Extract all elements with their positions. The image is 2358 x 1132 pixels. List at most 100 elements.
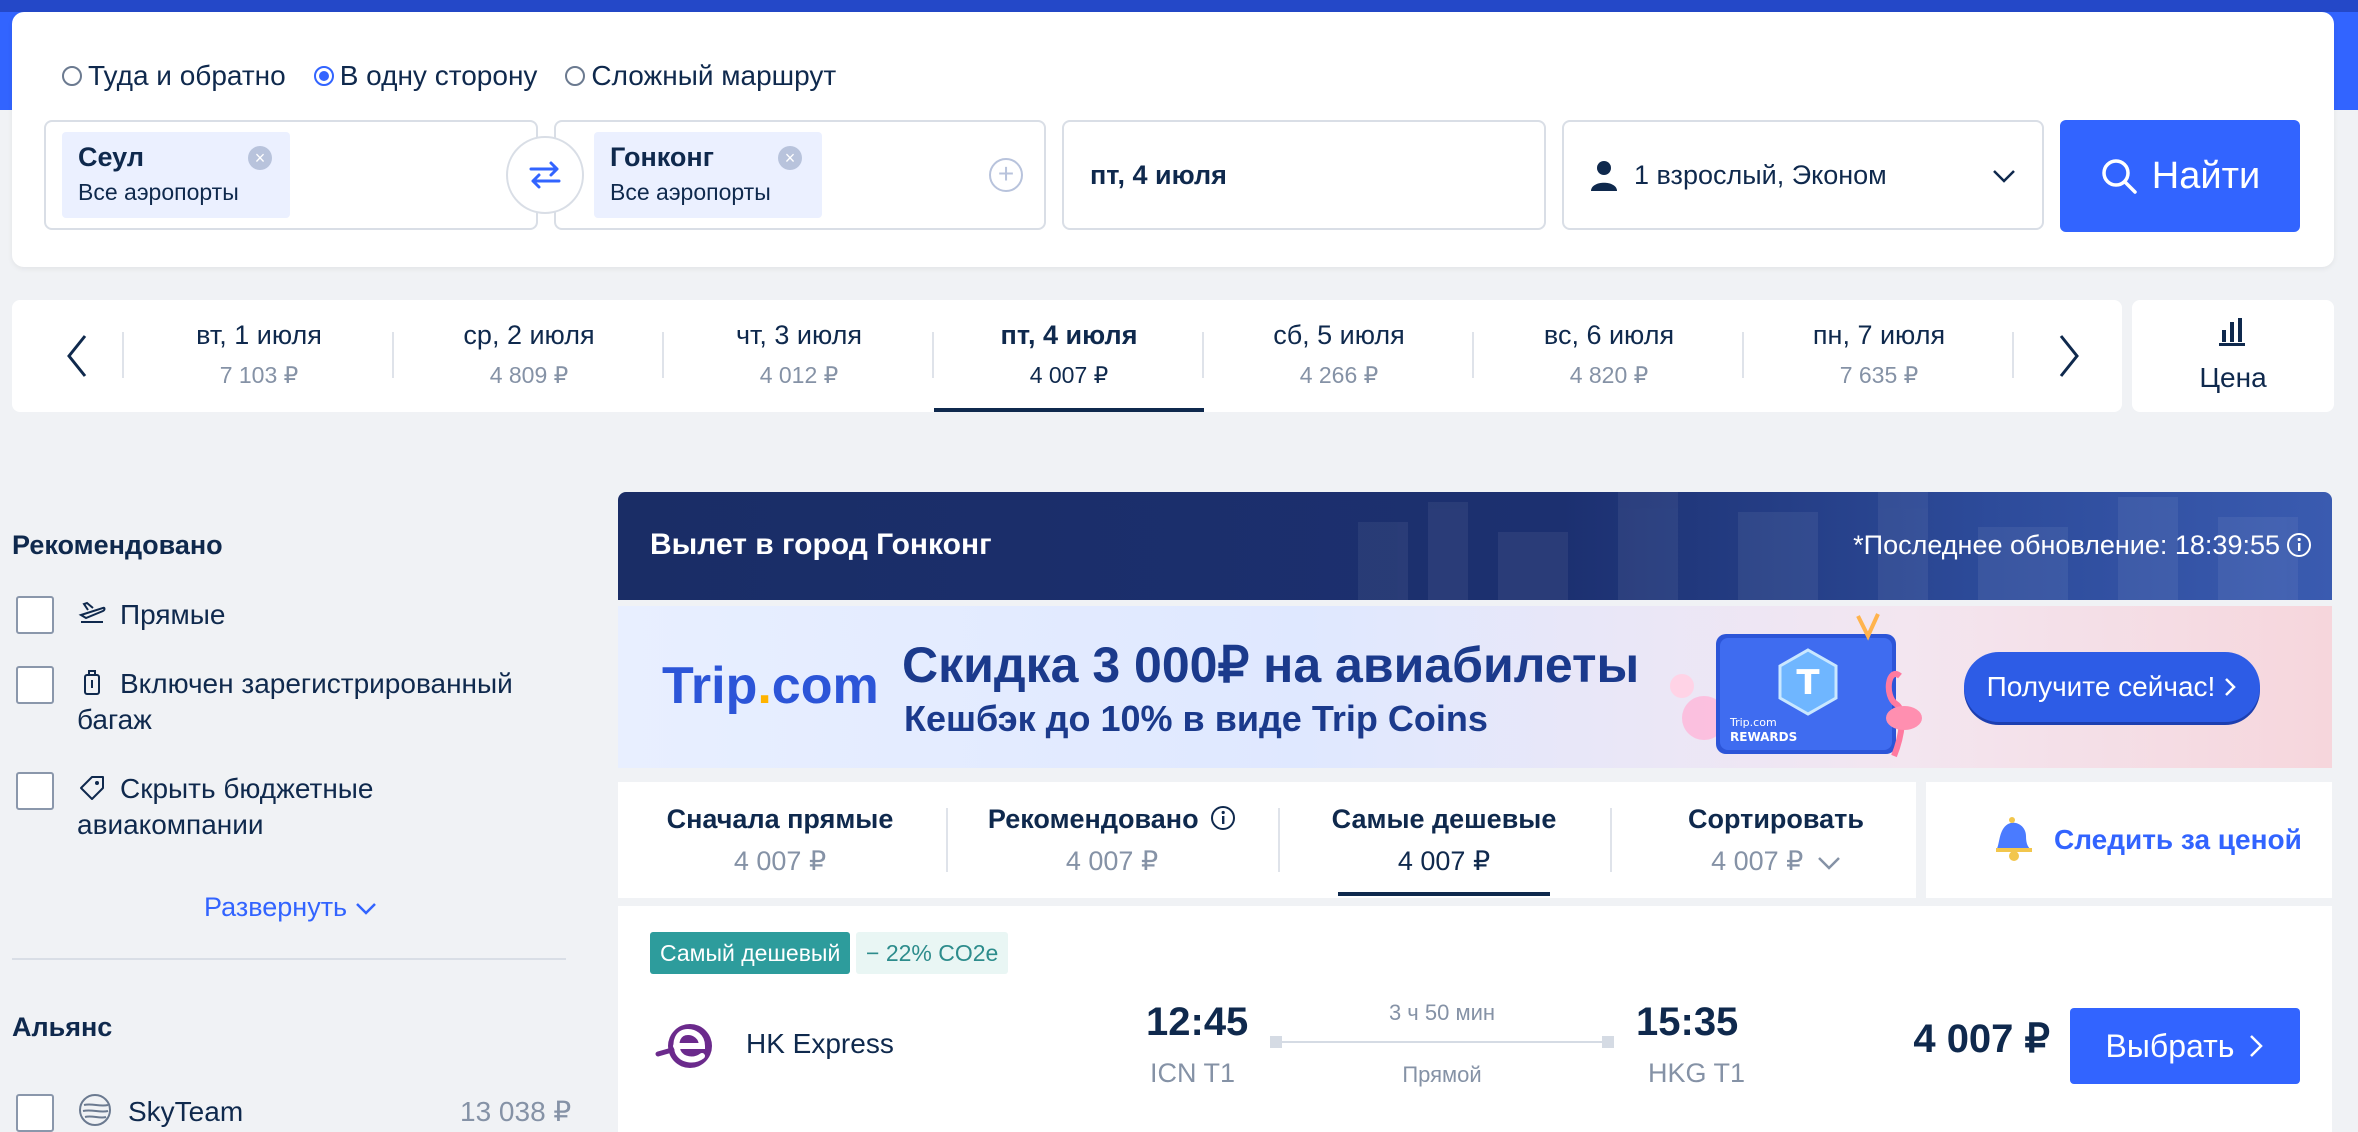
- date-field[interactable]: пт, 4 июля: [1062, 120, 1546, 230]
- filter-budget-checkbox[interactable]: [16, 772, 54, 810]
- radio-dot[interactable]: [313, 66, 334, 86]
- search-button[interactable]: Найти: [2060, 120, 2300, 232]
- rewards-card-illustration: T Trip.com REWARDS: [1670, 613, 1922, 758]
- from-city: Сеул: [78, 142, 144, 172]
- divider: [1610, 808, 1612, 872]
- add-destination-icon[interactable]: +: [989, 158, 1023, 192]
- departure-title: Вылет в город Гонконг: [650, 528, 992, 561]
- date-option[interactable]: вс, 6 июля 4 820 ₽: [1474, 300, 1744, 412]
- radio-one-way[interactable]: В одну сторону: [313, 60, 537, 92]
- radio-dot[interactable]: [565, 66, 586, 86]
- info-icon[interactable]: [1210, 805, 1236, 831]
- divider: [946, 808, 948, 872]
- date-option[interactable]: вт, 1 июля 7 103 ₽: [124, 300, 394, 412]
- expand-label: Развернуть: [204, 892, 348, 922]
- flight-price: 4 007 ₽: [1913, 1017, 2050, 1061]
- sort-tab-sort[interactable]: Сортировать 4 007 ₽: [1626, 782, 1926, 898]
- date-option-price: 7 635 ₽: [1839, 362, 1919, 388]
- radio-round-trip[interactable]: Туда и обратно: [62, 60, 286, 92]
- sort-tab-cheapest[interactable]: Самые дешевые 4 007 ₽: [1294, 782, 1594, 898]
- next-dates-button[interactable]: [2044, 328, 2094, 384]
- swap-button[interactable]: [506, 136, 584, 214]
- date-option-price: 4 266 ₽: [1299, 362, 1379, 388]
- sort-tab-price: 4 007 ₽: [1626, 846, 1926, 877]
- bell-icon: [1996, 817, 2032, 861]
- alliance-skyteam-price: 13 038 ₽: [460, 1096, 572, 1127]
- date-option-price: 4 012 ₽: [759, 362, 839, 388]
- flight-card[interactable]: Самый дешевый − 22% CO2e HK Express 12:4…: [618, 906, 2332, 1132]
- sort-tab-price: 4 007 ₽: [1397, 846, 1491, 876]
- promo-subtitle: Кешбэк до 10% в виде Trip Coins: [904, 698, 1488, 739]
- prev-dates-button[interactable]: [52, 328, 102, 384]
- departure-time: 12:45: [1146, 1000, 1249, 1044]
- sort-tab-title: Самые дешевые: [1331, 804, 1557, 834]
- arrival-time: 15:35: [1636, 1000, 1739, 1044]
- date-option-day: пн, 7 июля: [1812, 320, 1946, 350]
- promo-banner[interactable]: Trip.com Скидка 3 000₽ на авиабилеты Кеш…: [618, 606, 2332, 768]
- radio-dot[interactable]: [62, 66, 82, 86]
- filter-baggage-label: Включен зарегистрированный багаж: [77, 668, 513, 735]
- watch-price-label: Следить за ценой: [2054, 824, 2302, 855]
- watch-price-button[interactable]: Следить за ценой: [1926, 782, 2332, 898]
- plane-takeoff-icon: [78, 601, 106, 623]
- alliance-heading: Альянс: [12, 1012, 113, 1042]
- date-option-day: вс, 6 июля: [1543, 320, 1675, 350]
- date-option[interactable]: сб, 5 июля 4 266 ₽: [1204, 300, 1474, 412]
- promo-cta-button[interactable]: Получите сейчас!: [1964, 652, 2260, 722]
- clear-icon[interactable]: ×: [248, 146, 272, 170]
- airline-name: HK Express: [746, 1028, 894, 1059]
- departure-banner: Вылет в город Гонконг *Последнее обновле…: [618, 492, 2332, 600]
- radio-multi-city[interactable]: Сложный маршрут: [565, 60, 836, 92]
- chevron-down-icon: [1993, 170, 2015, 183]
- clear-icon[interactable]: ×: [778, 146, 802, 170]
- person-icon: [1591, 161, 1617, 191]
- date-option-price: 4 007 ₽: [1029, 362, 1109, 388]
- price-chart-button[interactable]: Цена: [2132, 300, 2334, 412]
- date-option-price: 7 103 ₽: [219, 362, 299, 388]
- date-option-price: 4 820 ₽: [1569, 362, 1649, 388]
- to-airports: Все аэропорты: [610, 179, 771, 205]
- sort-tab-direct-first[interactable]: Сначала прямые 4 007 ₽: [630, 782, 930, 898]
- chevron-down-icon: [1817, 857, 1840, 870]
- expand-filters-link[interactable]: Развернуть: [204, 892, 377, 923]
- departure-airport: ICN T1: [1150, 1058, 1236, 1088]
- trip-type-group: Туда и обратно В одну сторону Сложный ма…: [62, 60, 836, 92]
- flight-duration: 3 ч 50 мин: [1388, 1000, 1496, 1025]
- from-chip[interactable]: Сеул Все аэропорты ×: [62, 132, 290, 218]
- cheapest-badge: Самый дешевый: [650, 932, 851, 974]
- chevron-right-icon: [2059, 335, 2079, 377]
- price-chart-label: Цена: [2199, 362, 2267, 393]
- date-value: пт, 4 июля: [1090, 160, 1227, 190]
- date-option[interactable]: ср, 2 июля 4 809 ₽: [394, 300, 664, 412]
- skyteam-logo-icon: [79, 1094, 111, 1126]
- recommended-heading: Рекомендовано: [12, 530, 223, 560]
- passengers-field[interactable]: 1 взрослый, Эконом: [1562, 120, 2044, 230]
- date-option[interactable]: чт, 3 июля 4 012 ₽: [664, 300, 934, 412]
- divider: [2012, 332, 2014, 378]
- svg-text:Trip.com: Trip.com: [1729, 716, 1777, 729]
- radio-label: Сложный маршрут: [591, 60, 837, 91]
- to-chip[interactable]: Гонконг Все аэропорты ×: [594, 132, 822, 218]
- tripcom-logo: Trip.com: [662, 657, 879, 715]
- filter-skyteam-checkbox[interactable]: [16, 1094, 54, 1132]
- sort-tab-recommended[interactable]: Рекомендовано 4 007 ₽: [962, 782, 1262, 898]
- sort-tab-title: Рекомендовано: [962, 804, 1262, 835]
- to-field[interactable]: Гонконг Все аэропорты ×: [554, 120, 1046, 230]
- date-option-day: ср, 2 июля: [463, 320, 595, 350]
- from-airports: Все аэропорты: [78, 179, 239, 205]
- select-flight-button[interactable]: Выбрать: [2070, 1008, 2300, 1084]
- from-field[interactable]: Сеул Все аэропорты ×: [44, 120, 538, 230]
- passengers-value: 1 взрослый, Эконом: [1634, 160, 1887, 190]
- co2-badge: − 22% CO2e: [856, 932, 1009, 974]
- date-option-selected[interactable]: пт, 4 июля 4 007 ₽: [934, 300, 1204, 412]
- info-icon[interactable]: [2286, 532, 2312, 558]
- chevron-right-icon: [2250, 1035, 2264, 1057]
- last-update-text: *Последнее обновление: 18:39:55: [1853, 530, 2280, 560]
- date-option[interactable]: пн, 7 июля 7 635 ₽: [1744, 300, 2014, 412]
- filter-baggage-checkbox[interactable]: [16, 666, 54, 704]
- route-line: [1270, 1036, 1614, 1048]
- chevron-down-icon: [355, 903, 376, 915]
- date-option-day: вт, 1 июля: [196, 320, 322, 350]
- filter-direct-checkbox[interactable]: [16, 596, 54, 634]
- date-option-day: чт, 3 июля: [735, 320, 863, 350]
